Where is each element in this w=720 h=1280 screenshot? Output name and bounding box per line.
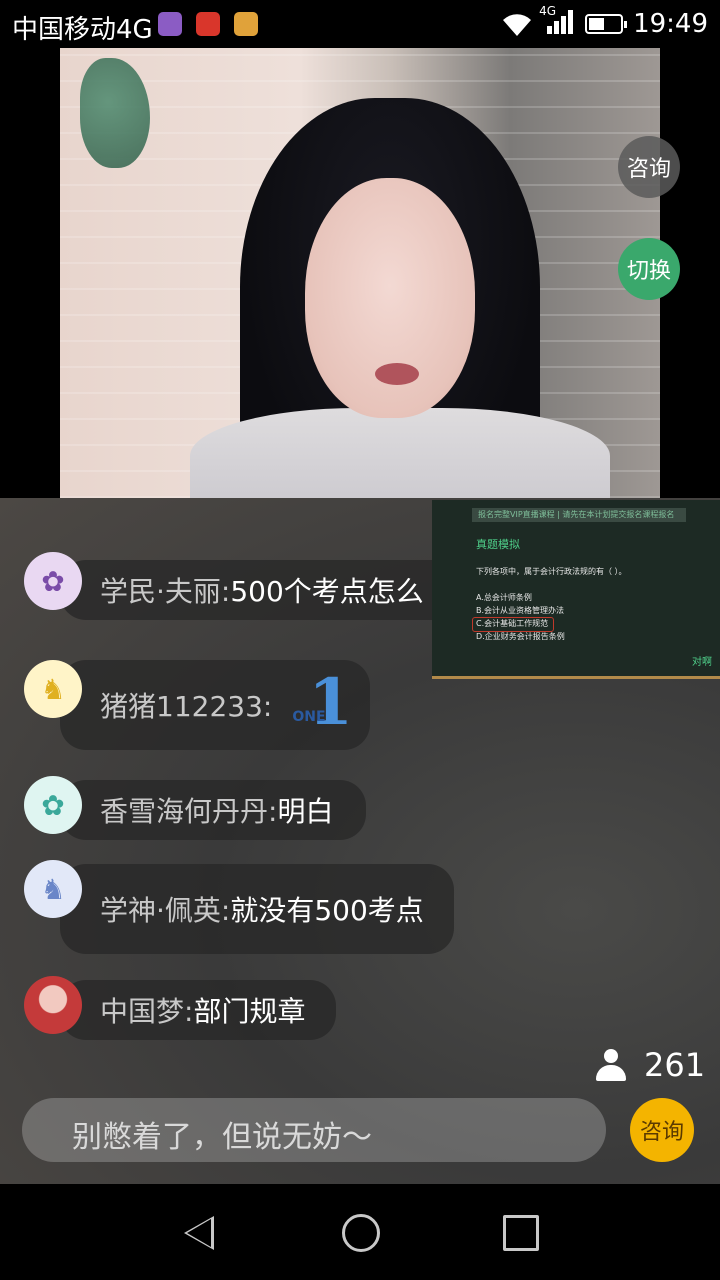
consult-button-top[interactable]: 咨询 bbox=[618, 136, 680, 198]
message-username: 学民·夫丽: bbox=[100, 575, 231, 608]
sticker-digit: 1 bbox=[308, 665, 353, 740]
gallery-icon bbox=[158, 12, 182, 36]
network-type: 4G bbox=[539, 4, 556, 18]
brand-logo: 对啊 bbox=[692, 657, 712, 668]
horse-icon: ♞ bbox=[40, 672, 66, 706]
slide-question: 下列各项中，属于会计行政法规的有（ ）。 bbox=[476, 567, 627, 576]
status-right: 4G 19:49 bbox=[499, 4, 708, 40]
navigation-bar bbox=[0, 1184, 720, 1280]
courseware-slide[interactable]: 报名完整VIP直播课程 | 请先在本计划提交报名课程报名 真题模拟 下列各项中，… bbox=[432, 500, 720, 679]
slide-header: 报名完整VIP直播课程 | 请先在本计划提交报名课程报名 bbox=[472, 508, 686, 522]
carrier-label: 中国移动4G bbox=[12, 15, 153, 45]
slide-option: A.总会计师条例 bbox=[476, 593, 532, 602]
message-text: 明白 bbox=[277, 795, 334, 828]
slide-title: 真题模拟 bbox=[476, 538, 520, 551]
sticker-text: ONE bbox=[292, 709, 326, 725]
message-bubble: 学神·佩英: 就没有500考点 bbox=[60, 864, 454, 954]
clock: 19:49 bbox=[633, 9, 708, 39]
reindeer-icon: ✿ bbox=[41, 564, 65, 598]
hand-app-icon bbox=[234, 12, 258, 36]
presenter-mouth bbox=[375, 363, 419, 385]
recent-apps-icon[interactable] bbox=[503, 1215, 539, 1251]
avatar: ♞ bbox=[24, 860, 82, 918]
consult-button[interactable]: 咨询 bbox=[630, 1098, 694, 1162]
battery-icon bbox=[585, 14, 628, 34]
message-text: 500个考点怎么 bbox=[230, 575, 424, 608]
message-username: 中国梦: bbox=[100, 995, 194, 1028]
message-bubble: 香雪海何丹丹: 明白 bbox=[60, 780, 366, 840]
message-username: 猪猪112233: bbox=[100, 690, 273, 723]
presenter-sweater bbox=[190, 408, 610, 498]
message-text: 就没有500考点 bbox=[230, 894, 424, 927]
viewer-count: 261 bbox=[596, 1046, 705, 1084]
message-bubble: 中国梦: 部门规章 bbox=[60, 980, 336, 1040]
switch-button[interactable]: 切换 bbox=[618, 238, 680, 300]
home-icon[interactable] bbox=[342, 1214, 380, 1252]
message-username: 学神·佩英: bbox=[100, 894, 231, 927]
answer-highlight bbox=[472, 617, 554, 632]
chat-input[interactable]: 别憋着了，但说无妨～ bbox=[22, 1098, 606, 1162]
signal-icon: 4G bbox=[539, 4, 575, 40]
avatar: ✿ bbox=[24, 776, 82, 834]
status-bar: 中国移动4G 4G 19:49 bbox=[0, 0, 720, 48]
slide-option: B.会计从业资格管理办法 bbox=[476, 606, 565, 615]
chat-input-placeholder: 别憋着了，但说无妨～ bbox=[72, 1120, 372, 1155]
user-icon bbox=[596, 1049, 626, 1081]
video-frame bbox=[60, 48, 660, 498]
message-username: 香雪海何丹丹: bbox=[100, 795, 278, 828]
reindeer-icon: ✿ bbox=[41, 788, 65, 822]
viewer-count-value: 261 bbox=[644, 1046, 706, 1084]
huawei-icon bbox=[196, 12, 220, 36]
avatar: ✿ bbox=[24, 552, 82, 610]
avatar: ♞ bbox=[24, 660, 82, 718]
avatar bbox=[24, 976, 82, 1034]
message-bubble: 猪猪112233: 1 ONE bbox=[60, 660, 370, 750]
one-sticker-icon: 1 ONE bbox=[292, 665, 353, 740]
notification-icons bbox=[158, 12, 258, 36]
live-video[interactable]: 咨询 切换 bbox=[0, 48, 720, 498]
slide-option: D.企业财务会计报告条例 bbox=[476, 632, 565, 641]
message-bubble: 学民·夫丽: 500个考点怎么 bbox=[60, 560, 480, 620]
horse-icon: ♞ bbox=[40, 872, 66, 906]
message-text: 部门规章 bbox=[193, 995, 306, 1028]
wifi-icon bbox=[503, 14, 532, 36]
